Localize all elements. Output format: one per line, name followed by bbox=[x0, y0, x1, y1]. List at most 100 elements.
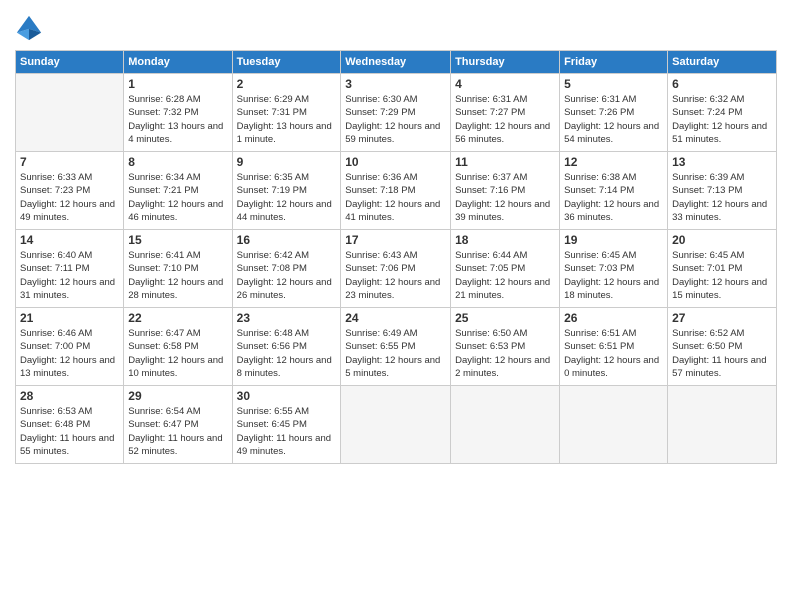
calendar-cell bbox=[16, 74, 124, 152]
week-row-3: 14 Sunrise: 6:40 AMSunset: 7:11 PMDayligh… bbox=[16, 230, 777, 308]
day-number: 6 bbox=[672, 77, 772, 91]
day-info: Sunrise: 6:42 AMSunset: 7:08 PMDaylight:… bbox=[237, 249, 337, 302]
calendar-cell: 13Sunrise: 6:39 AMSunset: 7:13 PMDayligh… bbox=[668, 152, 777, 230]
day-info: Sunrise: 6:29 AMSunset: 7:31 PMDaylight:… bbox=[237, 93, 337, 146]
calendar-cell: 15 Sunrise: 6:41 AMSunset: 7:10 PMDayligh… bbox=[124, 230, 232, 308]
day-number: 15 bbox=[128, 233, 227, 247]
day-info: Sunrise: 6:33 AMSunset: 7:23 PMDaylight:… bbox=[20, 171, 119, 224]
day-number: 20 bbox=[672, 233, 772, 247]
day-number: 25 bbox=[455, 311, 555, 325]
calendar-cell: 26 Sunrise: 6:51 AMSunset: 6:51 PMDayligh… bbox=[560, 308, 668, 386]
day-number: 23 bbox=[237, 311, 337, 325]
calendar-cell: 17 Sunrise: 6:43 AMSunset: 7:06 PMDayligh… bbox=[341, 230, 451, 308]
day-info: Sunrise: 6:45 AMSunset: 7:03 PMDaylight:… bbox=[564, 249, 663, 302]
day-info: Sunrise: 6:40 AMSunset: 7:11 PMDaylight:… bbox=[20, 249, 119, 302]
calendar-cell: 24 Sunrise: 6:49 AMSunset: 6:55 PMDayligh… bbox=[341, 308, 451, 386]
logo-icon bbox=[15, 14, 43, 42]
calendar-cell: 2Sunrise: 6:29 AMSunset: 7:31 PMDaylight… bbox=[232, 74, 341, 152]
day-number: 12 bbox=[564, 155, 663, 169]
week-row-2: 7 Sunrise: 6:33 AMSunset: 7:23 PMDaylight… bbox=[16, 152, 777, 230]
day-number: 7 bbox=[20, 155, 119, 169]
day-number: 30 bbox=[237, 389, 337, 403]
calendar-table: SundayMondayTuesdayWednesdayThursdayFrid… bbox=[15, 50, 777, 464]
day-info: Sunrise: 6:54 AMSunset: 6:47 PMDaylight:… bbox=[128, 405, 227, 458]
calendar-cell: 6 Sunrise: 6:32 AMSunset: 7:24 PMDaylight… bbox=[668, 74, 777, 152]
day-number: 21 bbox=[20, 311, 119, 325]
day-number: 27 bbox=[672, 311, 772, 325]
week-row-4: 21 Sunrise: 6:46 AMSunset: 7:00 PMDayligh… bbox=[16, 308, 777, 386]
day-number: 19 bbox=[564, 233, 663, 247]
day-number: 17 bbox=[345, 233, 446, 247]
day-info: Sunrise: 6:43 AMSunset: 7:06 PMDaylight:… bbox=[345, 249, 446, 302]
column-header-saturday: Saturday bbox=[668, 51, 777, 74]
day-info: Sunrise: 6:45 AMSunset: 7:01 PMDaylight:… bbox=[672, 249, 772, 302]
day-number: 4 bbox=[455, 77, 555, 91]
calendar-cell: 28 Sunrise: 6:53 AMSunset: 6:48 PMDayligh… bbox=[16, 386, 124, 464]
calendar-cell: 10 Sunrise: 6:36 AMSunset: 7:18 PMDayligh… bbox=[341, 152, 451, 230]
day-number: 5 bbox=[564, 77, 663, 91]
day-info: Sunrise: 6:36 AMSunset: 7:18 PMDaylight:… bbox=[345, 171, 446, 224]
day-info: Sunrise: 6:53 AMSunset: 6:48 PMDaylight:… bbox=[20, 405, 119, 458]
day-info: Sunrise: 6:55 AMSunset: 6:45 PMDaylight:… bbox=[237, 405, 337, 458]
day-number: 26 bbox=[564, 311, 663, 325]
day-info: Sunrise: 6:51 AMSunset: 6:51 PMDaylight:… bbox=[564, 327, 663, 380]
day-info: Sunrise: 6:28 AMSunset: 7:32 PMDaylight:… bbox=[128, 93, 227, 146]
calendar-cell: 25 Sunrise: 6:50 AMSunset: 6:53 PMDayligh… bbox=[451, 308, 560, 386]
day-info: Sunrise: 6:30 AMSunset: 7:29 PMDaylight:… bbox=[345, 93, 446, 146]
page: SundayMondayTuesdayWednesdayThursdayFrid… bbox=[0, 0, 792, 612]
week-row-5: 28 Sunrise: 6:53 AMSunset: 6:48 PMDayligh… bbox=[16, 386, 777, 464]
calendar-cell bbox=[341, 386, 451, 464]
calendar-cell: 1 Sunrise: 6:28 AMSunset: 7:32 PMDaylight… bbox=[124, 74, 232, 152]
day-number: 9 bbox=[237, 155, 337, 169]
day-info: Sunrise: 6:31 AMSunset: 7:26 PMDaylight:… bbox=[564, 93, 663, 146]
header-row: SundayMondayTuesdayWednesdayThursdayFrid… bbox=[16, 51, 777, 74]
day-number: 11 bbox=[455, 155, 555, 169]
day-number: 8 bbox=[128, 155, 227, 169]
calendar-cell: 29 Sunrise: 6:54 AMSunset: 6:47 PMDayligh… bbox=[124, 386, 232, 464]
day-info: Sunrise: 6:39 AMSunset: 7:13 PMDaylight:… bbox=[672, 171, 772, 224]
day-number: 29 bbox=[128, 389, 227, 403]
day-info: Sunrise: 6:50 AMSunset: 6:53 PMDaylight:… bbox=[455, 327, 555, 380]
calendar-cell: 7 Sunrise: 6:33 AMSunset: 7:23 PMDaylight… bbox=[16, 152, 124, 230]
day-info: Sunrise: 6:52 AMSunset: 6:50 PMDaylight:… bbox=[672, 327, 772, 380]
day-number: 24 bbox=[345, 311, 446, 325]
day-info: Sunrise: 6:31 AMSunset: 7:27 PMDaylight:… bbox=[455, 93, 555, 146]
week-row-1: 1 Sunrise: 6:28 AMSunset: 7:32 PMDaylight… bbox=[16, 74, 777, 152]
column-header-wednesday: Wednesday bbox=[341, 51, 451, 74]
day-info: Sunrise: 6:34 AMSunset: 7:21 PMDaylight:… bbox=[128, 171, 227, 224]
calendar-cell bbox=[668, 386, 777, 464]
logo bbox=[15, 14, 47, 42]
day-number: 22 bbox=[128, 311, 227, 325]
calendar-cell: 19 Sunrise: 6:45 AMSunset: 7:03 PMDayligh… bbox=[560, 230, 668, 308]
calendar-cell: 20 Sunrise: 6:45 AMSunset: 7:01 PMDayligh… bbox=[668, 230, 777, 308]
day-number: 28 bbox=[20, 389, 119, 403]
day-info: Sunrise: 6:35 AMSunset: 7:19 PMDaylight:… bbox=[237, 171, 337, 224]
day-number: 3 bbox=[345, 77, 446, 91]
calendar-cell: 14 Sunrise: 6:40 AMSunset: 7:11 PMDayligh… bbox=[16, 230, 124, 308]
column-header-friday: Friday bbox=[560, 51, 668, 74]
calendar-cell: 27 Sunrise: 6:52 AMSunset: 6:50 PMDayligh… bbox=[668, 308, 777, 386]
header bbox=[15, 10, 777, 42]
calendar-cell bbox=[451, 386, 560, 464]
calendar-cell: 23 Sunrise: 6:48 AMSunset: 6:56 PMDayligh… bbox=[232, 308, 341, 386]
calendar-cell: 30 Sunrise: 6:55 AMSunset: 6:45 PMDayligh… bbox=[232, 386, 341, 464]
day-number: 1 bbox=[128, 77, 227, 91]
day-info: Sunrise: 6:38 AMSunset: 7:14 PMDaylight:… bbox=[564, 171, 663, 224]
day-info: Sunrise: 6:32 AMSunset: 7:24 PMDaylight:… bbox=[672, 93, 772, 146]
calendar-cell: 4 Sunrise: 6:31 AMSunset: 7:27 PMDaylight… bbox=[451, 74, 560, 152]
calendar-cell: 9 Sunrise: 6:35 AMSunset: 7:19 PMDaylight… bbox=[232, 152, 341, 230]
day-info: Sunrise: 6:37 AMSunset: 7:16 PMDaylight:… bbox=[455, 171, 555, 224]
day-number: 14 bbox=[20, 233, 119, 247]
day-info: Sunrise: 6:49 AMSunset: 6:55 PMDaylight:… bbox=[345, 327, 446, 380]
day-info: Sunrise: 6:41 AMSunset: 7:10 PMDaylight:… bbox=[128, 249, 227, 302]
calendar-cell: 22 Sunrise: 6:47 AMSunset: 6:58 PMDayligh… bbox=[124, 308, 232, 386]
day-info: Sunrise: 6:44 AMSunset: 7:05 PMDaylight:… bbox=[455, 249, 555, 302]
calendar-cell: 18Sunrise: 6:44 AMSunset: 7:05 PMDayligh… bbox=[451, 230, 560, 308]
day-number: 10 bbox=[345, 155, 446, 169]
day-info: Sunrise: 6:48 AMSunset: 6:56 PMDaylight:… bbox=[237, 327, 337, 380]
calendar-cell: 16Sunrise: 6:42 AMSunset: 7:08 PMDayligh… bbox=[232, 230, 341, 308]
calendar-cell: 5 Sunrise: 6:31 AMSunset: 7:26 PMDaylight… bbox=[560, 74, 668, 152]
day-info: Sunrise: 6:47 AMSunset: 6:58 PMDaylight:… bbox=[128, 327, 227, 380]
day-info: Sunrise: 6:46 AMSunset: 7:00 PMDaylight:… bbox=[20, 327, 119, 380]
calendar-cell: 21 Sunrise: 6:46 AMSunset: 7:00 PMDayligh… bbox=[16, 308, 124, 386]
